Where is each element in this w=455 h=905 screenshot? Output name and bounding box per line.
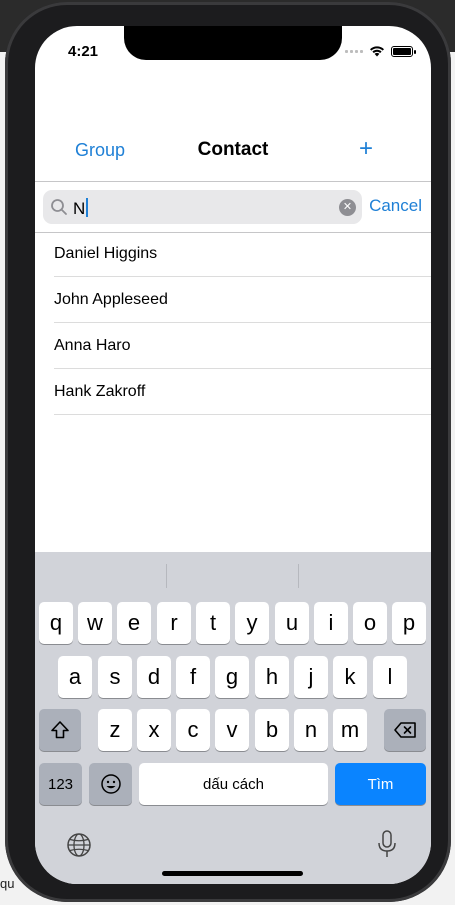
key-m[interactable]: m	[333, 709, 367, 751]
keyboard: q w e r t y u i o p a s d f g h j k l z …	[35, 552, 431, 884]
key-x[interactable]: x	[137, 709, 171, 751]
contact-row[interactable]: Daniel Higgins	[54, 231, 431, 277]
key-c[interactable]: c	[176, 709, 210, 751]
device-frame: 4:21 Group Contact + N ✕ Cancel Daniel H…	[5, 2, 451, 902]
space-key[interactable]: dấu cách	[139, 763, 328, 805]
navigation-bar: Group Contact +	[35, 131, 431, 169]
add-contact-button[interactable]: +	[359, 135, 373, 163]
key-q[interactable]: q	[39, 602, 73, 644]
key-r[interactable]: r	[157, 602, 191, 644]
delete-icon	[394, 722, 416, 738]
battery-icon	[391, 45, 416, 57]
key-y[interactable]: y	[235, 602, 269, 644]
emoji-key[interactable]	[89, 763, 132, 805]
key-i[interactable]: i	[314, 602, 348, 644]
key-a[interactable]: a	[58, 656, 92, 698]
key-d[interactable]: d	[137, 656, 171, 698]
text-cursor	[86, 198, 89, 217]
key-l[interactable]: l	[373, 656, 407, 698]
key-v[interactable]: v	[215, 709, 249, 751]
contact-row[interactable]: Anna Haro	[54, 323, 431, 369]
key-o[interactable]: o	[353, 602, 387, 644]
key-f[interactable]: f	[176, 656, 210, 698]
numbers-key[interactable]: 123	[39, 763, 82, 805]
globe-icon[interactable]	[66, 832, 92, 858]
notch	[124, 26, 342, 60]
status-time: 4:21	[68, 43, 99, 60]
key-k[interactable]: k	[333, 656, 367, 698]
key-u[interactable]: u	[275, 602, 309, 644]
shift-icon	[51, 721, 69, 739]
search-return-key[interactable]: Tìm	[335, 763, 426, 805]
shift-key[interactable]	[39, 709, 81, 751]
contact-row[interactable]: John Appleseed	[54, 277, 431, 323]
wifi-icon	[370, 46, 384, 57]
key-z[interactable]: z	[98, 709, 132, 751]
clear-text-icon[interactable]: ✕	[339, 199, 356, 216]
signal-icon	[345, 49, 363, 53]
contact-row[interactable]: Hank Zakroff	[54, 369, 431, 415]
search-bar: N ✕ Cancel	[35, 181, 431, 233]
key-j[interactable]: j	[294, 656, 328, 698]
search-input[interactable]: N ✕	[43, 190, 362, 224]
backdrop-text: qu	[0, 876, 15, 891]
predictive-divider	[298, 564, 299, 588]
status-icons	[345, 45, 416, 57]
cancel-button[interactable]: Cancel	[369, 196, 422, 216]
device-screen: 4:21 Group Contact + N ✕ Cancel Daniel H…	[35, 26, 431, 884]
emoji-icon	[100, 774, 121, 794]
predictive-bar	[35, 552, 431, 600]
microphone-icon[interactable]	[376, 829, 398, 859]
key-w[interactable]: w	[78, 602, 112, 644]
key-t[interactable]: t	[196, 602, 230, 644]
key-b[interactable]: b	[255, 709, 289, 751]
home-indicator[interactable]	[162, 871, 303, 876]
key-s[interactable]: s	[98, 656, 132, 698]
key-h[interactable]: h	[255, 656, 289, 698]
key-e[interactable]: e	[117, 602, 151, 644]
search-icon	[51, 199, 67, 215]
delete-key[interactable]	[384, 709, 426, 751]
search-value: N	[73, 198, 89, 219]
key-n[interactable]: n	[294, 709, 328, 751]
key-p[interactable]: p	[392, 602, 426, 644]
contact-list: Daniel Higgins John Appleseed Anna Haro …	[54, 231, 431, 415]
key-g[interactable]: g	[215, 656, 249, 698]
predictive-divider	[166, 564, 167, 588]
